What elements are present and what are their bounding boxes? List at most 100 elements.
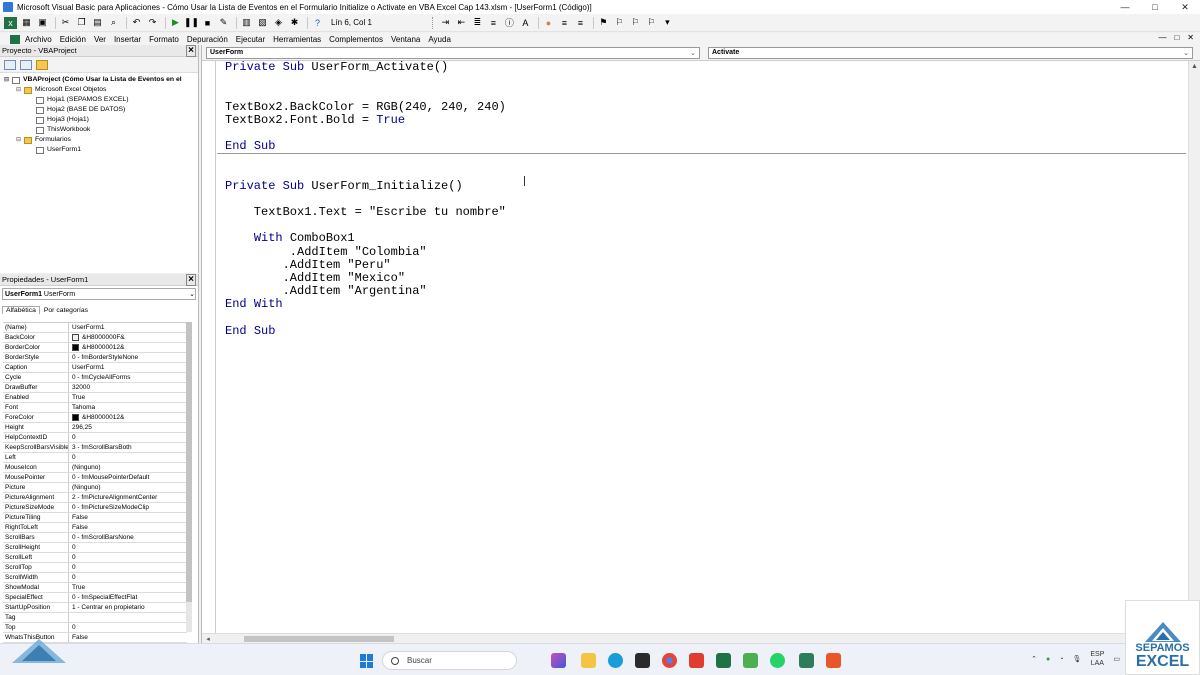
find-icon[interactable]: ⌕ [107,17,120,29]
code-line[interactable] [217,74,1186,87]
property-row[interactable]: Caption UserForm1 [3,363,187,373]
recorder-icon[interactable] [826,653,841,668]
paste-icon[interactable]: ▤ [91,17,104,29]
app-tray-icon[interactable]: ● [1046,656,1050,663]
property-row[interactable]: HelpContextID 0 [3,433,187,443]
property-value[interactable]: 0 - fmSpecialEffectFlat [69,593,187,602]
minimize-button[interactable]: — [1110,0,1140,14]
property-value[interactable]: False [69,513,187,522]
whatsapp-icon[interactable] [770,653,785,668]
chevron-up-icon[interactable]: ⌃ [1031,655,1037,663]
property-row[interactable]: SpecialEffect 0 - fmSpecialEffectFlat [3,593,187,603]
property-value[interactable]: 0 [69,623,187,632]
property-row[interactable]: BackColor &H8000000F& [3,333,187,343]
property-row[interactable]: MousePointer 0 - fmMousePointerDefault [3,473,187,483]
file-explorer-icon[interactable] [581,653,596,668]
project-explorer-icon[interactable]: ▥ [240,17,253,29]
tree-item-formularios[interactable]: ⊟ Formularios [4,135,198,145]
property-row[interactable]: Picture (Ninguno) [3,483,187,493]
language-indicator[interactable]: ESP LAA [1090,650,1104,668]
property-row[interactable]: Top 0 [3,623,187,633]
properties-scrollbar[interactable] [186,322,192,632]
copy-icon[interactable]: ❐ [75,17,88,29]
property-value[interactable]: (Ninguno) [69,483,187,492]
code-line[interactable]: End With [217,298,1186,311]
tree-item-thisworkbook[interactable]: ThisWorkbook [4,125,198,135]
property-value[interactable]: True [69,583,187,592]
redo-icon[interactable]: ↷ [146,17,159,29]
code-horizontal-scrollbar[interactable]: ◂ [202,633,1200,643]
save-icon[interactable]: ▣ [36,17,49,29]
property-value[interactable]: False [69,523,187,532]
parameter-info-icon[interactable]: A [519,17,532,29]
property-value[interactable]: 0 [69,563,187,572]
property-row[interactable]: Tag [3,613,187,623]
property-row[interactable]: StartUpPosition 1 - Centrar en propietari… [3,603,187,613]
property-value[interactable]: 2 - fmPictureAlignmentCenter [69,493,187,502]
code-line[interactable]: Private Sub UserForm_Initialize() [217,179,1186,193]
property-row[interactable]: ScrollHeight 0 [3,543,187,553]
menu-ver[interactable]: Ver [94,35,106,44]
microphone-icon[interactable]: 🎙 [1072,655,1081,663]
property-row[interactable]: Height 296,25 [3,423,187,433]
scroll-left-icon[interactable]: ◂ [202,635,214,643]
scrollbar-thumb[interactable] [244,635,394,642]
property-row[interactable]: ScrollTop 0 [3,563,187,573]
menu-ayuda[interactable]: Ayuda [428,35,451,44]
property-value[interactable]: 32000 [69,383,187,392]
tree-item-hoja3[interactable]: Hoja3 (Hoja1) [4,115,198,125]
property-value[interactable]: UserForm1 [69,363,187,372]
edge-icon[interactable] [608,653,623,668]
property-row[interactable]: BorderColor &H80000012& [3,343,187,353]
tree-item-excel-objects[interactable]: ⊟ Microsoft Excel Objetos [4,85,198,95]
property-row[interactable]: PictureTiling False [3,513,187,523]
insert-userform-icon[interactable]: ▦ [20,17,33,29]
store-icon[interactable] [635,653,650,668]
property-value[interactable]: 3 - fmScrollBarsBoth [69,443,187,452]
property-value[interactable]: True [69,393,187,402]
toggle-folders-icon[interactable] [36,59,48,70]
excel-view-icon[interactable]: x [4,16,17,29]
property-row[interactable]: PictureAlignment 2 - fmPictureAlignmentCe… [3,493,187,503]
tree-item-hoja2[interactable]: Hoja2 (BASE DE DATOS) [4,105,198,115]
property-row[interactable]: MouseIcon (Ninguno) [3,463,187,473]
property-value[interactable]: 0 - fmCycleAllForms [69,373,187,382]
property-row[interactable]: PictureSizeMode 0 - fmPictureSizeModeClip [3,503,187,513]
close-button[interactable]: ✕ [1170,0,1200,14]
video-app-icon[interactable] [689,653,704,668]
code-line[interactable]: End Sub [217,140,1186,153]
margin-indicator-bar[interactable] [202,61,216,633]
doc-close-button[interactable]: ✕ [1187,33,1194,42]
property-value[interactable]: 0 [69,543,187,552]
menu-complementos[interactable]: Complementos [329,35,383,44]
doc-minimize-button[interactable]: — [1158,33,1166,42]
property-row[interactable]: ScrollLeft 0 [3,553,187,563]
windows-start-icon[interactable] [360,654,374,668]
property-value[interactable]: UserForm1 [69,323,187,332]
code-line[interactable]: TextBox1.Text = "Escribe tu nombre" [217,206,1186,219]
property-value[interactable]: &H80000012& [69,413,187,422]
property-value[interactable]: &H8000000F& [69,333,187,342]
scrollbar-thumb[interactable] [186,322,192,602]
code-vertical-scrollbar[interactable]: ▲ ▼ [1188,61,1200,633]
network-icon[interactable]: ▭ [1113,655,1120,663]
quick-info-icon[interactable]: ⓘ [503,17,516,29]
tab-alfabetica[interactable]: Alfabética [2,306,40,314]
toolbox-icon[interactable]: ✱ [288,17,301,29]
code-line[interactable]: End Sub [217,324,1186,338]
menu-herramientas[interactable]: Herramientas [273,35,321,44]
menu-ejecutar[interactable]: Ejecutar [236,35,265,44]
help-icon[interactable]: ? [311,17,324,29]
property-value[interactable]: 0 [69,553,187,562]
code-line[interactable]: .AddItem "Argentina" [217,285,1186,298]
property-row[interactable]: Font Tahoma [3,403,187,413]
previous-bookmark-icon[interactable]: ⚐ [629,17,642,29]
scroll-up-icon[interactable]: ▲ [1189,61,1200,73]
close-icon[interactable]: × [186,273,196,286]
code-line[interactable]: Private Sub UserForm_Activate() [217,61,1186,74]
taskbar-search[interactable]: Buscar [382,651,517,670]
toolbar-grip[interactable] [431,16,436,29]
next-bookmark-icon[interactable]: ⚐ [613,17,626,29]
menu-ventana[interactable]: Ventana [391,35,420,44]
object-combo[interactable]: UserForm ⌄ [206,46,700,59]
